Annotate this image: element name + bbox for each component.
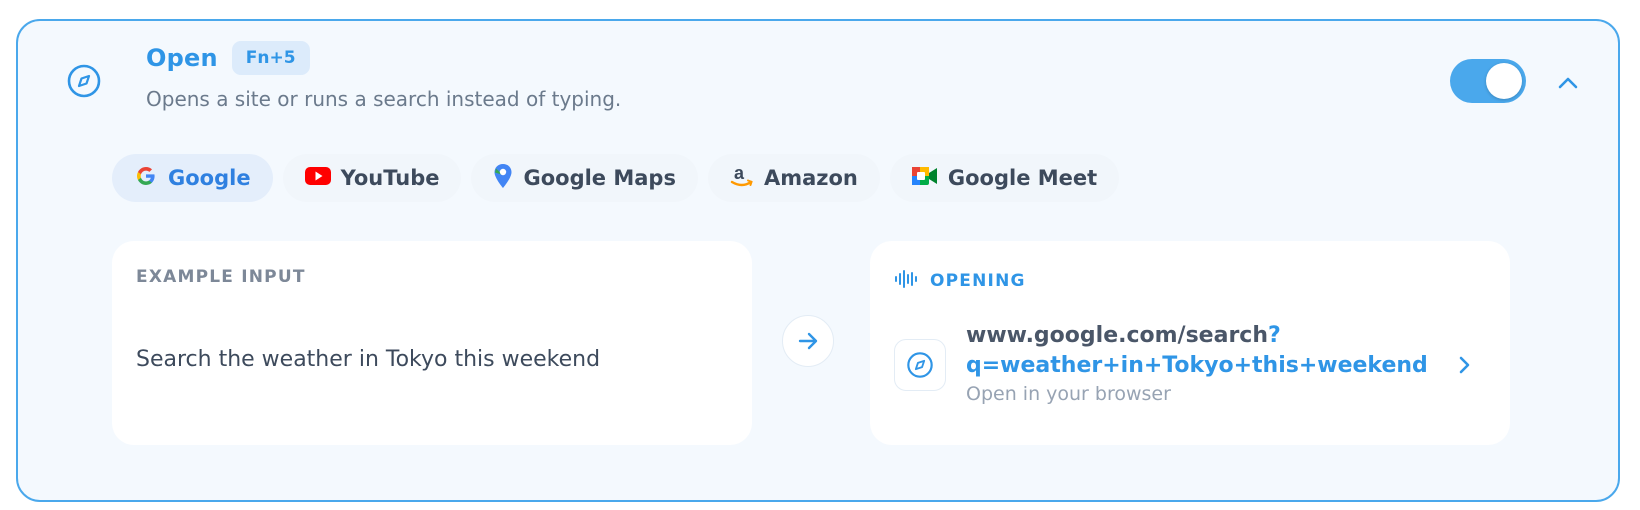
open-action-card: Open Fn+5 Opens a site or runs a search … (16, 19, 1620, 502)
opening-label: OPENING (930, 271, 1026, 291)
chip-google-meet[interactable]: Google Meet (889, 154, 1120, 202)
chip-label: Amazon (763, 166, 858, 190)
arrow-right-icon (782, 315, 834, 367)
action-subtitle: Opens a site or runs a search instead of… (146, 87, 622, 111)
chevron-right-icon[interactable] (1450, 351, 1478, 379)
google-maps-icon (493, 163, 513, 194)
chip-label: Google Meet (947, 166, 1098, 190)
chip-google[interactable]: Google (112, 154, 273, 202)
google-meet-icon (911, 166, 938, 191)
youtube-icon (304, 166, 331, 191)
chip-youtube[interactable]: YouTube (282, 154, 462, 202)
shortcut-badge: Fn+5 (231, 41, 310, 75)
chip-label: YouTube (340, 166, 440, 190)
site-compass-icon (894, 339, 946, 391)
enable-toggle[interactable] (1450, 59, 1526, 103)
opening-header: OPENING (894, 269, 1026, 293)
title-row: Open Fn+5 (146, 41, 310, 75)
example-input-text: Search the weather in Tokyo this weekend (136, 347, 601, 372)
action-title: Open (146, 44, 218, 72)
waveform-icon (894, 269, 920, 293)
example-input-label: EXAMPLE INPUT (136, 267, 306, 287)
chip-label: Google Maps (523, 166, 676, 190)
opening-panel: OPENING www.google.com/search?q=weather+… (870, 241, 1510, 445)
chip-google-maps[interactable]: Google Maps (471, 154, 698, 202)
example-input-panel: EXAMPLE INPUT Search the weather in Toky… (112, 241, 752, 445)
amazon-icon: a (730, 163, 754, 194)
site-chips: Google YouTube Google Maps a Amazon Goog… (112, 154, 1120, 202)
chip-label: Google (168, 166, 251, 190)
url-base: www.google.com/search (966, 323, 1268, 348)
target-url[interactable]: www.google.com/search?q=weather+in+Tokyo… (966, 321, 1428, 381)
open-hint: Open in your browser (966, 383, 1171, 405)
compass-icon (66, 63, 102, 99)
chip-amazon[interactable]: a Amazon (707, 154, 880, 202)
google-icon (134, 164, 158, 193)
chevron-up-icon[interactable] (1552, 67, 1584, 99)
toggle-knob (1486, 63, 1522, 99)
svg-text:a: a (734, 163, 745, 183)
